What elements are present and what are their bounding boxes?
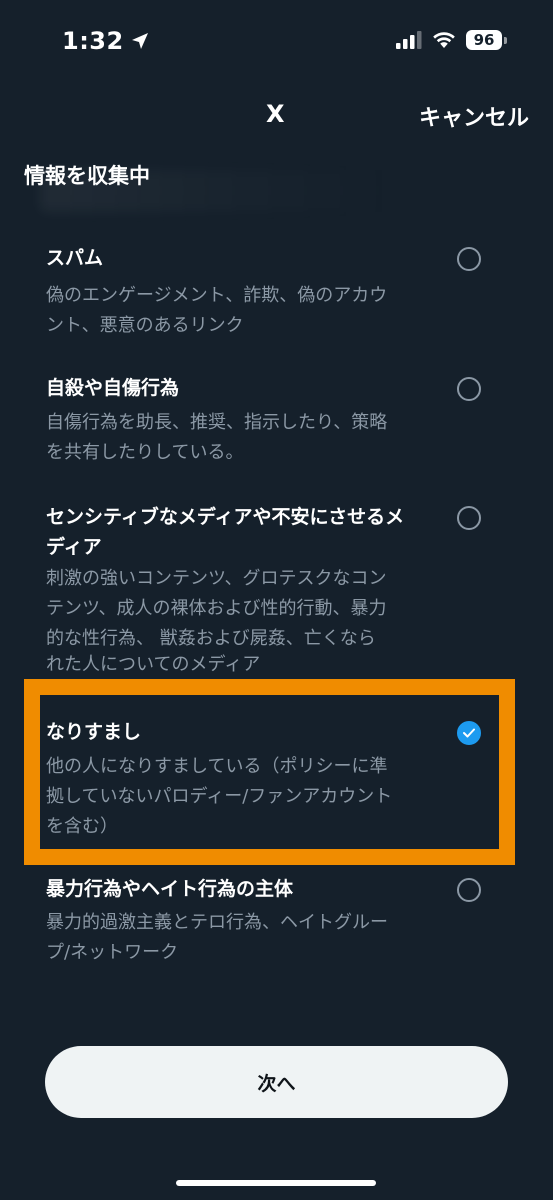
status-icons: 96 [396,30,507,50]
radio-button-selected[interactable] [457,721,481,745]
status-bar: 1:32 96 [0,0,553,84]
radio-button[interactable] [457,377,481,401]
battery-indicator: 96 [466,30,507,50]
option-description-line: を共有したりしている。 [46,442,244,463]
option-description-line: プ/ネットワーク [46,942,179,963]
battery-tip [504,36,507,44]
option-spam[interactable]: スパム 偽のエンゲージメント、詐欺、偽のアカウ ント、悪意のあるリンク [0,243,553,343]
option-title: 自殺や自傷行為 [46,377,180,399]
option-violent-hateful-entities[interactable]: 暴力行為やヘイト行為の主体 暴力的過激主義とテロ行為、ヘイトグルー プ/ネットワ… [0,874,553,974]
time-group: 1:32 [62,27,150,55]
option-description-line: 他の人になりすましている（ポリシーに準 [46,756,388,777]
cancel-button[interactable]: キャンセル [419,100,529,132]
close-button[interactable]: X [266,100,285,128]
section-title: 情報を収集中 [24,164,150,188]
radio-button[interactable] [457,878,481,902]
wifi-icon [433,32,455,48]
header: X キャンセル [0,90,553,138]
option-description-line: テンツ、成人の裸体および性的行動、暴力 [46,598,387,619]
option-title: スパム [46,247,104,269]
option-description-line: 自傷行為を助長、推奨、指示したり、策略 [46,412,388,433]
status-time: 1:32 [62,27,124,55]
option-description-line: 拠していないパロディー/ファンアカウント [46,786,393,807]
option-description-line: ント、悪意のあるリンク [46,315,244,336]
option-title: なりすまし [46,721,142,743]
option-description-line: 暴力的過激主義とテロ行為、ヘイトグルー [46,912,388,933]
option-description-line: を含む） [46,816,118,837]
option-description-line: れた人についてのメディア [46,654,261,675]
radio-button[interactable] [457,506,481,530]
option-title-line-2: ディア [46,536,102,558]
location-arrow-icon [131,33,148,49]
option-description-line: 刺激の強いコンテンツ、グロテスクなコン [46,568,387,589]
radio-button[interactable] [457,247,481,271]
next-button[interactable]: 次へ [45,1046,508,1118]
option-description-line: 偽のエンゲージメント、詐欺、偽のアカウ [46,285,388,306]
option-title: 暴力行為やヘイト行為の主体 [46,878,294,900]
option-self-harm[interactable]: 自殺や自傷行為 自傷行為を助長、推奨、指示したり、策略 を共有したりしている。 [0,373,553,473]
battery-level: 96 [466,30,502,50]
option-title: センシティブなメディアや不安にさせるメ [46,506,405,528]
home-indicator[interactable] [176,1180,376,1186]
check-icon [463,728,475,738]
option-impersonation[interactable]: なりすまし 他の人になりすましている（ポリシーに準 拠していないパロディー/ファ… [0,717,553,847]
option-sensitive-media[interactable]: センシティブなメディアや不安にさせるメ ディア 刺激の強いコンテンツ、グロテスク… [0,502,553,678]
cellular-signal-icon [396,31,422,49]
